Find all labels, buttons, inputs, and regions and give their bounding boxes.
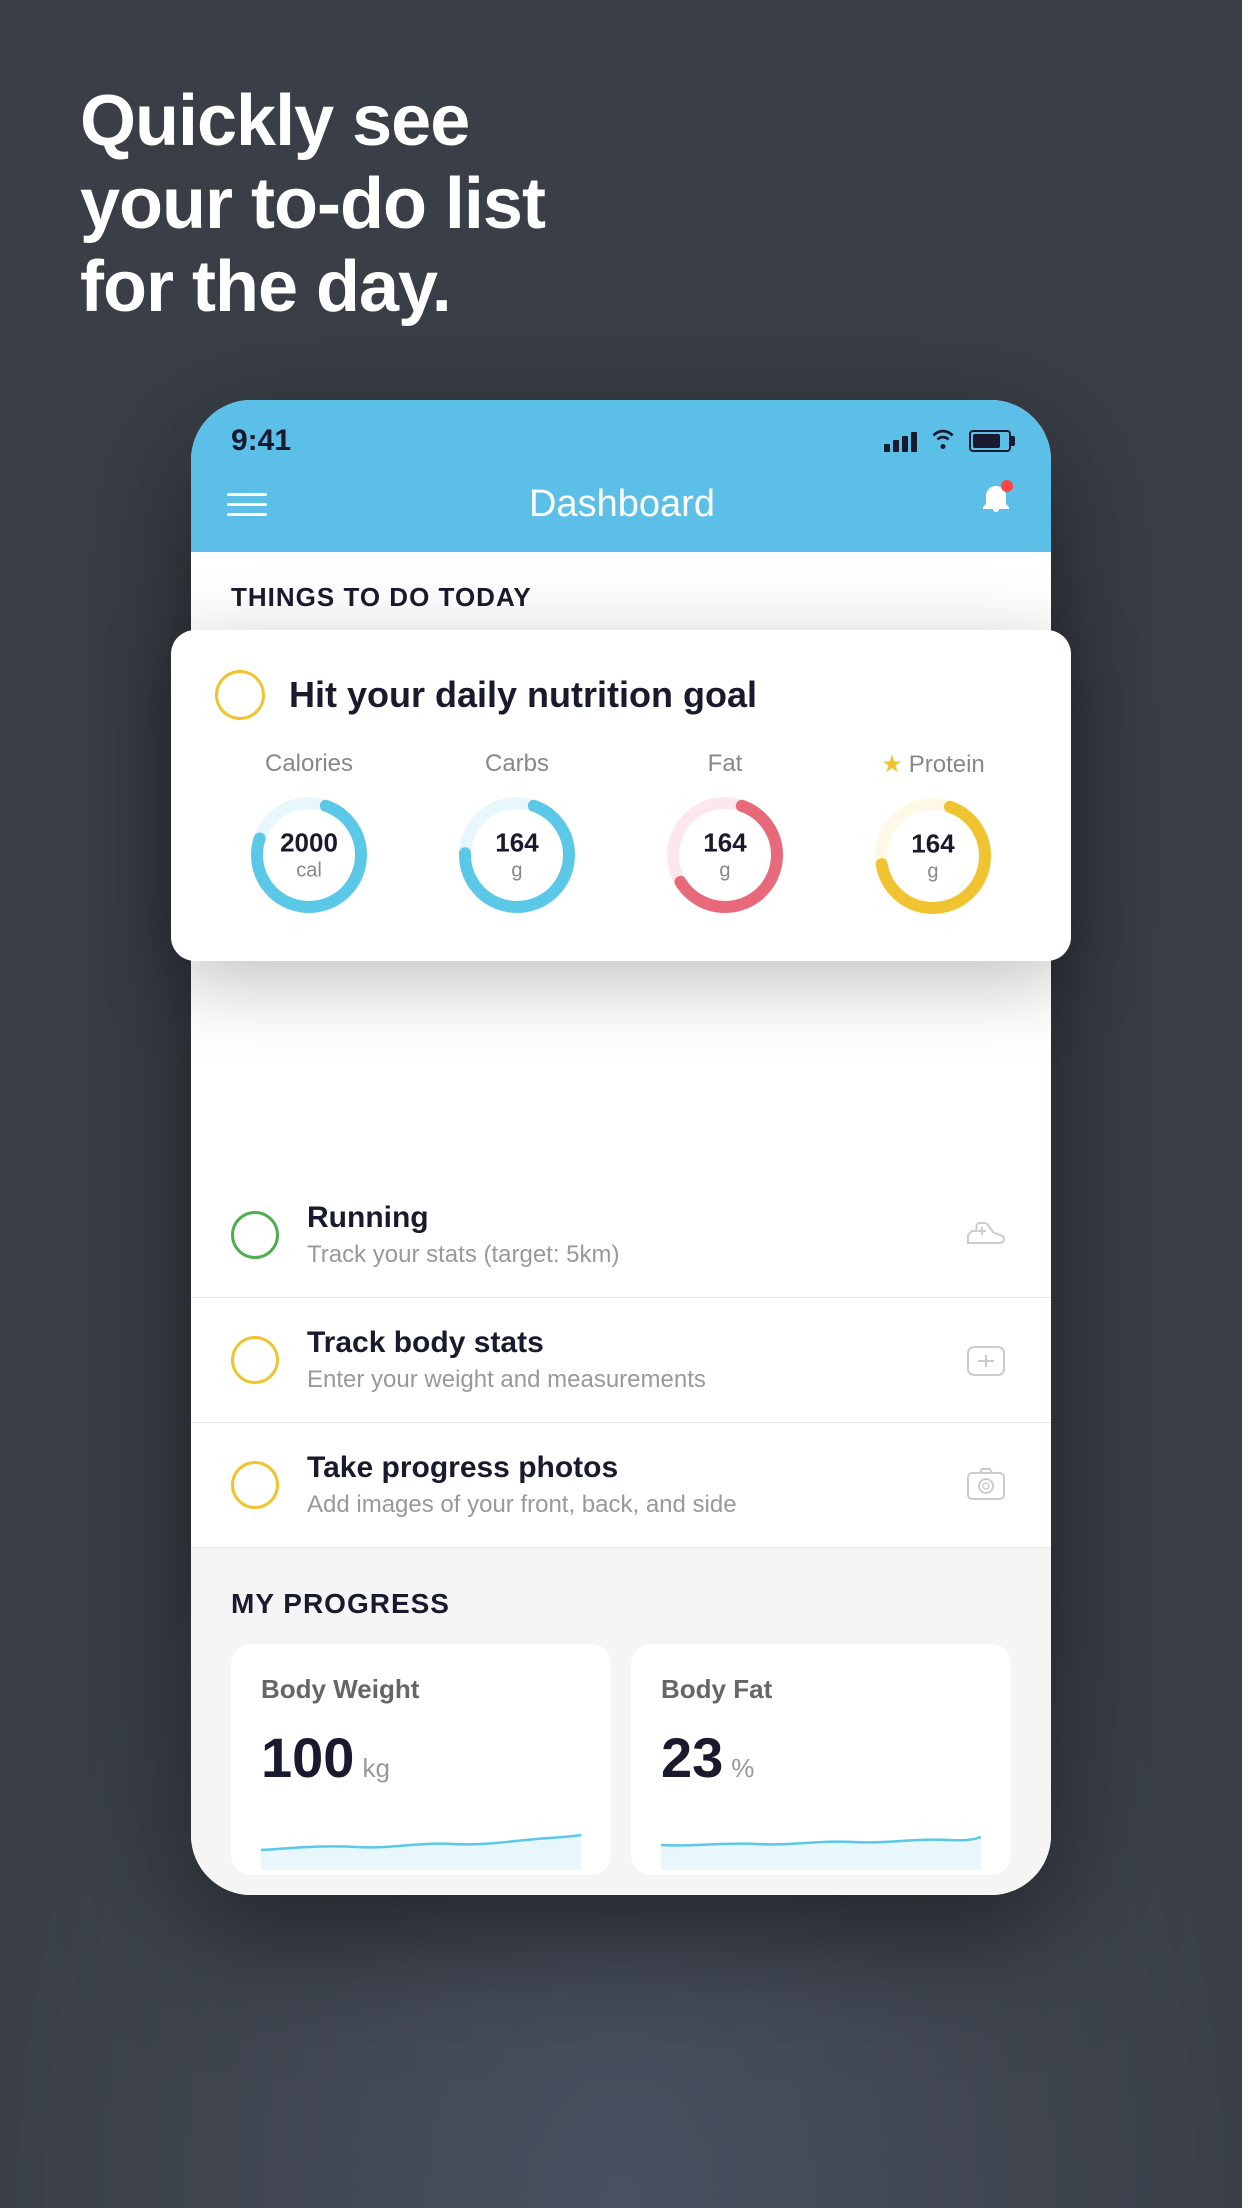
phone-mockup: 9:41 Dashboard: [191, 400, 1051, 1895]
fat-label: Fat: [708, 750, 743, 778]
protein-donut: 164 g: [868, 791, 998, 921]
status-time: 9:41: [231, 424, 291, 458]
todo-item-progress-photos[interactable]: Take progress photos Add images of your …: [191, 1423, 1051, 1548]
todo-item-body-stats[interactable]: Track body stats Enter your weight and m…: [191, 1298, 1051, 1423]
carbs-label: Carbs: [485, 750, 549, 778]
todo-list: Running Track your stats (target: 5km) T…: [191, 893, 1051, 1548]
todo-checkbox-running[interactable]: [231, 1211, 279, 1259]
carbs-unit: g: [495, 859, 538, 883]
calories-value: 2000: [280, 827, 338, 858]
calories-donut: 2000 cal: [244, 790, 374, 920]
fat-donut: 164 g: [660, 790, 790, 920]
notification-bell-button[interactable]: [977, 480, 1015, 528]
wifi-icon: [929, 427, 957, 456]
body-weight-unit: kg: [362, 1753, 389, 1784]
body-weight-value: 100: [261, 1725, 354, 1790]
nav-bar: Dashboard: [191, 464, 1051, 552]
photo-icon: [961, 1460, 1011, 1510]
hamburger-menu-button[interactable]: [227, 493, 267, 516]
progress-section: MY PROGRESS Body Weight 100 kg Body Fat: [191, 1548, 1051, 1895]
status-bar: 9:41: [191, 400, 1051, 464]
shoe-icon: [961, 1210, 1011, 1260]
protein-unit: g: [911, 860, 954, 884]
nutrition-stats: Calories 2000 cal Carbs: [215, 750, 1027, 921]
todo-title-body-stats: Track body stats: [307, 1326, 933, 1360]
todo-item-running[interactable]: Running Track your stats (target: 5km): [191, 1173, 1051, 1298]
protein-label: Protein: [909, 751, 985, 779]
nutrition-card-title: Hit your daily nutrition goal: [289, 674, 757, 716]
body-weight-label: Body Weight: [261, 1674, 581, 1705]
todo-checkbox-body-stats[interactable]: [231, 1336, 279, 1384]
calories-unit: cal: [280, 859, 338, 883]
body-fat-label: Body Fat: [661, 1674, 981, 1705]
nav-title: Dashboard: [529, 483, 715, 526]
things-section-title: THINGS TO DO TODAY: [231, 582, 532, 612]
scale-icon: [961, 1335, 1011, 1385]
status-icons: [884, 427, 1011, 456]
things-section-header: THINGS TO DO TODAY: [191, 552, 1051, 633]
carbs-value: 164: [495, 827, 538, 858]
progress-section-title: MY PROGRESS: [231, 1588, 1011, 1620]
calories-stat: Calories 2000 cal: [244, 750, 374, 920]
body-fat-chart: [661, 1810, 981, 1870]
body-fat-unit: %: [731, 1753, 754, 1784]
protein-stat: ★ Protein 164 g: [868, 750, 998, 921]
headline: Quickly see your to-do list for the day.: [80, 80, 545, 328]
star-icon: ★: [881, 750, 903, 779]
calories-label: Calories: [265, 750, 353, 778]
todo-subtitle-progress-photos: Add images of your front, back, and side: [307, 1491, 933, 1519]
body-weight-chart: [261, 1810, 581, 1870]
todo-subtitle-body-stats: Enter your weight and measurements: [307, 1366, 933, 1394]
body-fat-value: 23: [661, 1725, 723, 1790]
fat-stat: Fat 164 g: [660, 750, 790, 920]
todo-checkbox-progress-photos[interactable]: [231, 1461, 279, 1509]
carbs-donut: 164 g: [452, 790, 582, 920]
todo-subtitle-running: Track your stats (target: 5km): [307, 1241, 933, 1269]
nutrition-checkbox[interactable]: [215, 670, 265, 720]
fat-value: 164: [703, 827, 746, 858]
todo-title-progress-photos: Take progress photos: [307, 1451, 933, 1485]
battery-icon: [969, 430, 1011, 452]
todo-title-running: Running: [307, 1201, 933, 1235]
fat-unit: g: [703, 859, 746, 883]
protein-value: 164: [911, 828, 954, 859]
body-weight-card[interactable]: Body Weight 100 kg: [231, 1644, 611, 1875]
progress-cards: Body Weight 100 kg Body Fat 23 %: [231, 1644, 1011, 1875]
nutrition-card: Hit your daily nutrition goal Calories 2…: [171, 630, 1071, 961]
carbs-stat: Carbs 164 g: [452, 750, 582, 920]
body-fat-card[interactable]: Body Fat 23 %: [631, 1644, 1011, 1875]
signal-bars-icon: [884, 430, 917, 452]
